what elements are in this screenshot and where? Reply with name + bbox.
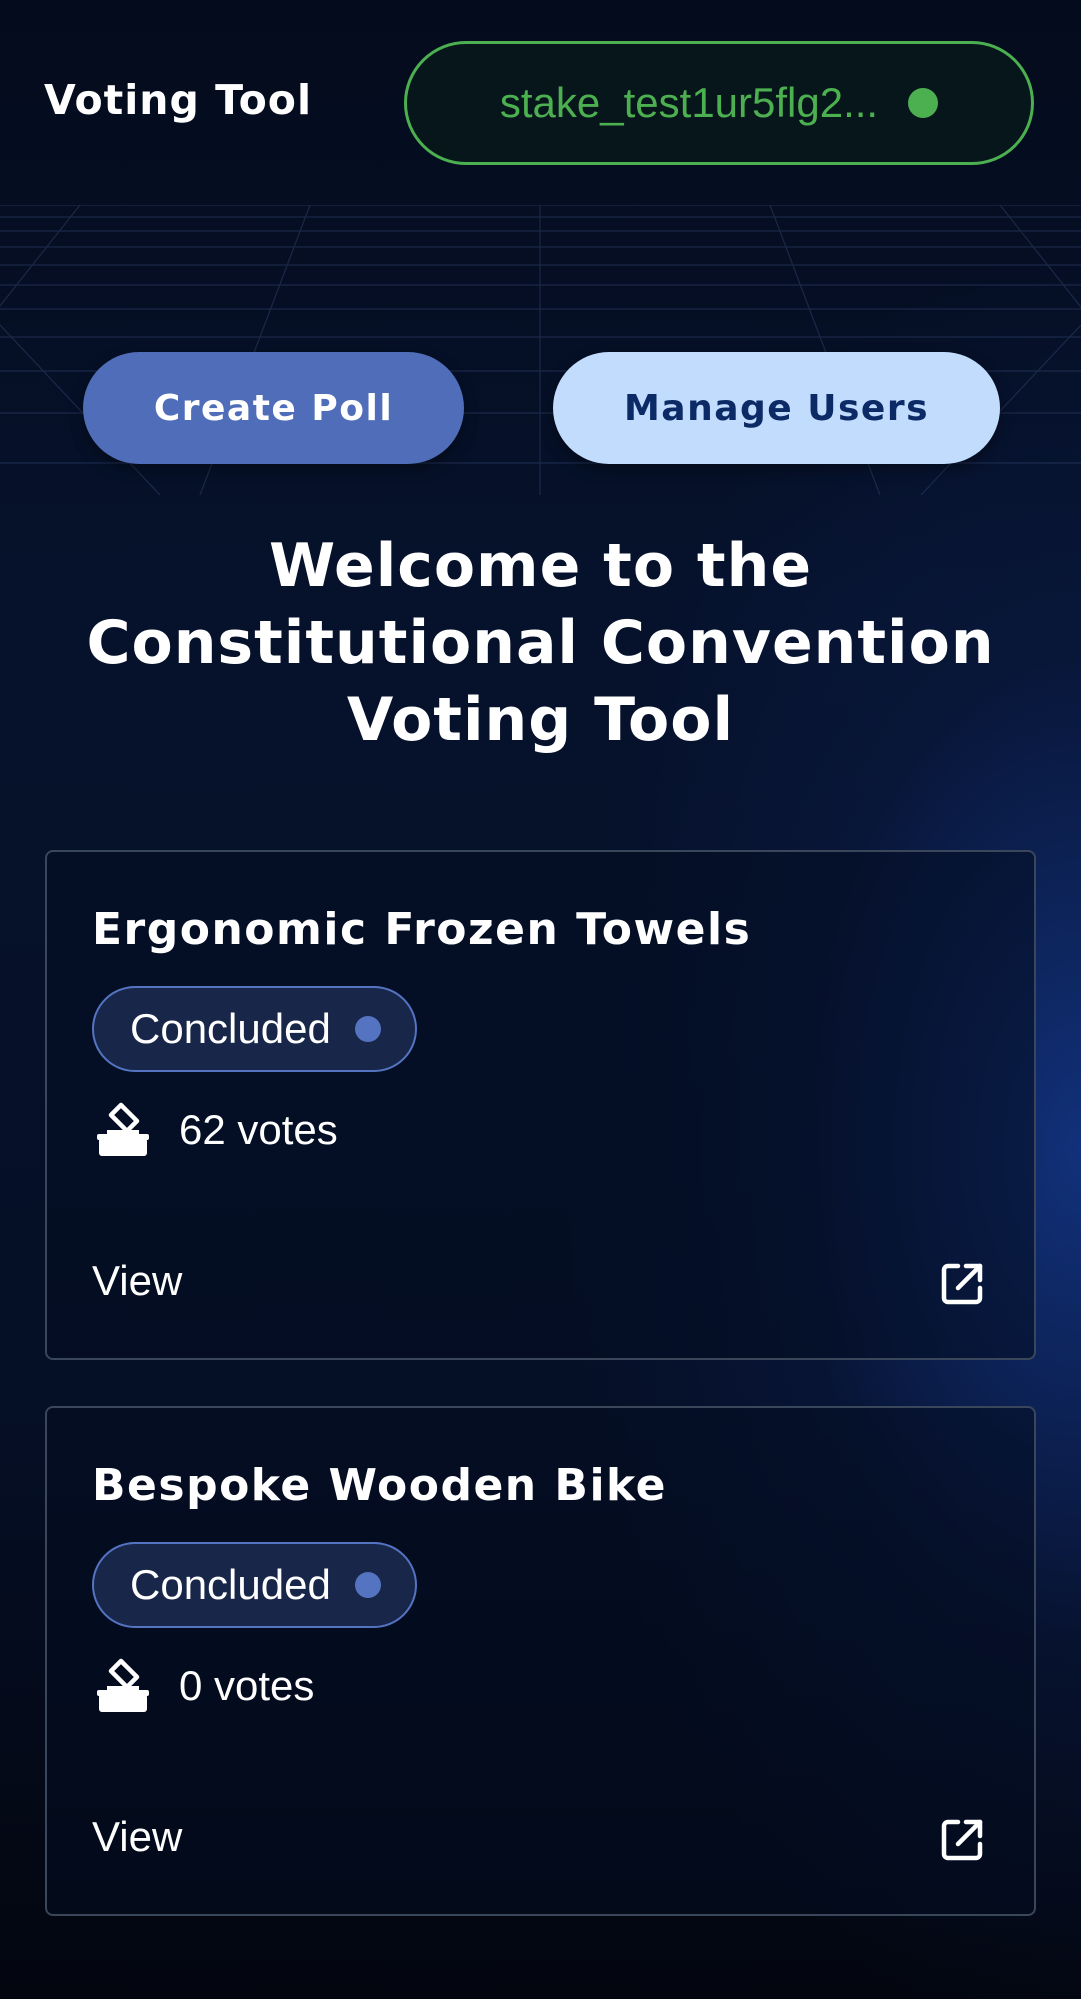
poll-card: Bespoke Wooden Bike Concluded 0 votes Vi…	[45, 1406, 1036, 1916]
wallet-address: stake_test1ur5flg2...	[499, 79, 879, 126]
status-dot	[354, 1016, 381, 1042]
ballot-box-icon	[97, 1102, 149, 1156]
status-badge: Concluded	[92, 986, 417, 1072]
vote-count: 0 votes	[97, 1658, 314, 1714]
poll-card: Ergonomic Frozen Towels Concluded 62 vot…	[45, 850, 1036, 1360]
external-link-icon[interactable]	[938, 1260, 986, 1308]
app-title: Voting Tool	[44, 76, 313, 124]
external-link-icon[interactable]	[938, 1816, 986, 1864]
welcome-line-1: Welcome to the	[268, 531, 813, 601]
vote-count-text: 62 votes	[179, 1106, 338, 1153]
ballot-box-icon	[97, 1658, 149, 1712]
manage-users-button[interactable]: Manage Users	[553, 352, 1000, 464]
app-header: Voting Tool stake_test1ur5flg2...	[0, 0, 1081, 205]
welcome-line-3: Voting Tool	[346, 685, 735, 755]
view-poll-link[interactable]: View	[92, 1257, 182, 1305]
wallet-connect-button[interactable]: stake_test1ur5flg2...	[404, 41, 1034, 165]
status-badge: Concluded	[92, 1542, 417, 1628]
create-poll-button[interactable]: Create Poll	[83, 352, 464, 464]
welcome-heading: Welcome to the Constitutional Convention…	[40, 528, 1041, 759]
welcome-line-2: Constitutional Convention	[86, 608, 995, 678]
status-dot	[354, 1572, 381, 1598]
poll-title: Bespoke Wooden Bike	[92, 1460, 667, 1511]
wallet-status-dot	[908, 88, 939, 118]
status-label: Concluded	[130, 1005, 331, 1052]
status-label: Concluded	[130, 1561, 331, 1608]
vote-count: 62 votes	[97, 1102, 338, 1158]
poll-title: Ergonomic Frozen Towels	[92, 904, 752, 955]
vote-count-text: 0 votes	[179, 1662, 315, 1709]
view-poll-link[interactable]: View	[92, 1813, 182, 1861]
